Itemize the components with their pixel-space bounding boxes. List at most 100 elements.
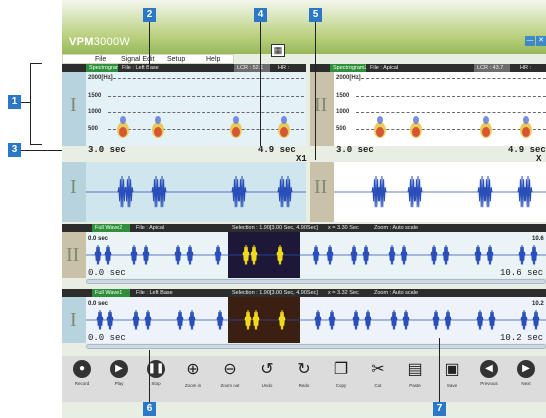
redo-label: Redo [298, 383, 310, 388]
spectrogram-left[interactable]: 2000[Hz] 1500 1000 500 [86, 72, 306, 146]
wave-burst [523, 175, 533, 208]
app-title-model: 3000W [93, 36, 131, 48]
wave-burst [176, 309, 184, 330]
callout-7: 7 [433, 402, 446, 416]
wave-burst [132, 309, 140, 330]
callout-1-line [21, 102, 30, 103]
wave-burst [96, 309, 104, 330]
wave-burst [326, 244, 334, 265]
wave-burst [518, 244, 526, 265]
minimize-button[interactable]: — [525, 36, 535, 46]
callout-3: 3 [8, 143, 21, 157]
full-wave2-x: x = 3.30 Sec [328, 225, 359, 231]
wave-burst [352, 309, 360, 330]
save-icon: ▣ [444, 361, 460, 378]
spectro-blob-core [482, 127, 490, 137]
full-wave1-zoom: Zoom : Auto scale [374, 290, 419, 296]
cut-button[interactable]: ✂ Cut [358, 360, 398, 388]
wave-burst [413, 175, 423, 208]
wave-burst [142, 244, 150, 265]
spectro-blob-top [281, 116, 287, 124]
copy-label: Copy [335, 383, 347, 388]
full-wave2-start: 0.0 sec [88, 236, 109, 242]
zoom-wave-right[interactable] [334, 162, 546, 222]
undo-button[interactable]: ↺ Undo [247, 360, 287, 388]
wave-burst [124, 175, 134, 208]
redo-button[interactable]: ↻ Redo [284, 360, 324, 388]
save-button[interactable]: ▣ Save [432, 360, 472, 388]
copy-icon: ❐ [333, 361, 349, 378]
stop-button[interactable]: ❚❚ Stop [136, 360, 176, 386]
full-wave2-header: Full Wave2 File : Apical Selection : 1.9… [62, 224, 546, 232]
wave-burst [388, 244, 396, 265]
wave-burst [432, 309, 440, 330]
zoom-in-icon: ⊕ [186, 361, 200, 378]
spectrogram-right-lcr: LCR : 43.7 [474, 64, 510, 72]
spectro-blob-top [483, 116, 489, 124]
calendar-icon[interactable]: ▦ [271, 44, 285, 57]
wave-burst [442, 244, 450, 265]
spectrogram-right-header: Spectrogram2 File : Apical LCR : 43.7 HR… [310, 64, 546, 72]
full-wave2-scrollbar[interactable] [86, 279, 546, 284]
full-wave1-bottom-start: 0.0 sec [88, 333, 126, 343]
spectrogram-left-lcr: LCR : 52.1 [234, 64, 270, 72]
callout-5: 5 [309, 8, 322, 22]
spectrogram-right[interactable]: 2000[Hz] 1500 1000 500 [334, 72, 546, 146]
spectro-blob-core [119, 127, 127, 137]
wave-burst [400, 244, 408, 265]
full-wave1-plot[interactable] [86, 297, 546, 343]
wave-burst [402, 309, 410, 330]
wave-burst [530, 244, 538, 265]
close-button[interactable]: ✕ [536, 36, 546, 46]
full-wave2-signal [86, 244, 546, 265]
full-wave1-bottom-end: 10.2 sec [500, 333, 544, 343]
stop-label: Stop [151, 381, 161, 386]
cut-icon: ✂ [371, 361, 385, 378]
play-label: Play [114, 381, 124, 386]
wave-burst [532, 309, 540, 330]
wave-burst [283, 175, 293, 208]
time-start-left: 3.0 sec [88, 145, 126, 155]
spectrogram-left-roman: I [70, 94, 77, 116]
callout-1: 1 [8, 95, 21, 109]
full-wave2-tab[interactable]: Full Wave2 [92, 224, 130, 232]
full-wave1-tab[interactable]: Full Wave1 [92, 289, 130, 297]
app-title-brand: VPM [69, 36, 94, 48]
full-wave1-start: 0.0 sec [88, 301, 109, 307]
wave-burst [106, 309, 114, 330]
menu-file[interactable]: File [95, 55, 106, 64]
zoom-wave-left[interactable] [86, 162, 306, 222]
zoom-in-button[interactable]: ⊕ Zoom in [173, 360, 213, 388]
full-wave2-bottom-end: 10.6 sec [500, 268, 544, 278]
play-icon: ▶ [110, 360, 128, 378]
spectrogram-right-file: File : Apical [370, 65, 399, 71]
wave-burst [474, 244, 482, 265]
next-button[interactable]: ▶ Next [506, 360, 546, 386]
play-button[interactable]: ▶ Play [99, 360, 139, 386]
menu-help[interactable]: Help [206, 55, 220, 64]
record-button[interactable]: ● Record [62, 360, 102, 386]
redo-icon: ↻ [297, 361, 311, 378]
wave-burst [186, 244, 194, 265]
menu-bar: File Signal Edit Setup Help [62, 54, 234, 64]
wave-burst [444, 309, 452, 330]
full-wave1-header: Full Wave1 File : Left Base Selection : … [62, 289, 546, 297]
app-window: VPM3000W — ✕ ▦ File Signal Edit Setup He… [62, 0, 546, 418]
callout-7-line [439, 338, 440, 402]
wave-burst [377, 175, 387, 208]
full-wave1-scrollbar[interactable] [86, 344, 546, 349]
spectro-blob-top [413, 116, 419, 124]
zoom-wave-right-signal [334, 175, 546, 208]
full-wave2-plot[interactable] [86, 232, 546, 278]
wave-burst [237, 175, 247, 208]
spectrogram-left-tab[interactable]: Spectrogram [86, 64, 118, 72]
full-wave1-selection: Selection : 1.90[3.00 Sec, 4.90Sec] [232, 290, 318, 296]
spectrogram-right-tab[interactable]: Spectrogram2 [330, 64, 366, 72]
wave-burst [314, 309, 322, 330]
previous-label: Previous [480, 381, 498, 386]
zoom-out-button[interactable]: ⊖ Zoom out [210, 360, 250, 388]
menu-setup[interactable]: Setup [167, 55, 185, 64]
previous-button[interactable]: ◀ Previous [469, 360, 509, 386]
paste-button[interactable]: ▤ Paste [395, 360, 435, 388]
copy-button[interactable]: ❐ Copy [321, 360, 361, 388]
